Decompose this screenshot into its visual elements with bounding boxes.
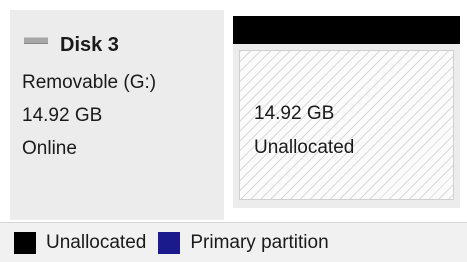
unallocated-volume-header xyxy=(233,16,460,44)
legend-item-primary-partition: Primary partition xyxy=(158,231,329,254)
volume-state: Unallocated xyxy=(254,137,355,158)
panel-divider xyxy=(224,10,232,220)
removable-disk-icon xyxy=(24,37,48,44)
disk-type: Removable (G:) xyxy=(22,72,157,93)
disk-status: Online xyxy=(22,138,77,159)
unallocated-region: 14.92 GB Unallocated xyxy=(239,50,454,200)
unallocated-swatch xyxy=(14,231,36,254)
disk-row: Disk 3 Removable (G:) 14.92 GB Online 14… xyxy=(0,0,467,222)
legend-label-primary-partition: Primary partition xyxy=(190,231,329,253)
legend-label-unallocated: Unallocated xyxy=(46,231,147,253)
disk-info-panel[interactable]: Disk 3 Removable (G:) 14.92 GB Online xyxy=(10,10,224,220)
disk-title: Disk 3 xyxy=(24,34,119,57)
primary-partition-swatch xyxy=(158,231,181,254)
unallocated-volume[interactable]: 14.92 GB Unallocated xyxy=(233,44,460,208)
legend-item-unallocated: Unallocated xyxy=(0,231,147,254)
volume-size: 14.92 GB xyxy=(254,103,335,124)
legend: Unallocated Primary partition xyxy=(0,222,467,262)
disk-size: 14.92 GB xyxy=(22,105,103,126)
disk-name: Disk 3 xyxy=(60,34,119,56)
